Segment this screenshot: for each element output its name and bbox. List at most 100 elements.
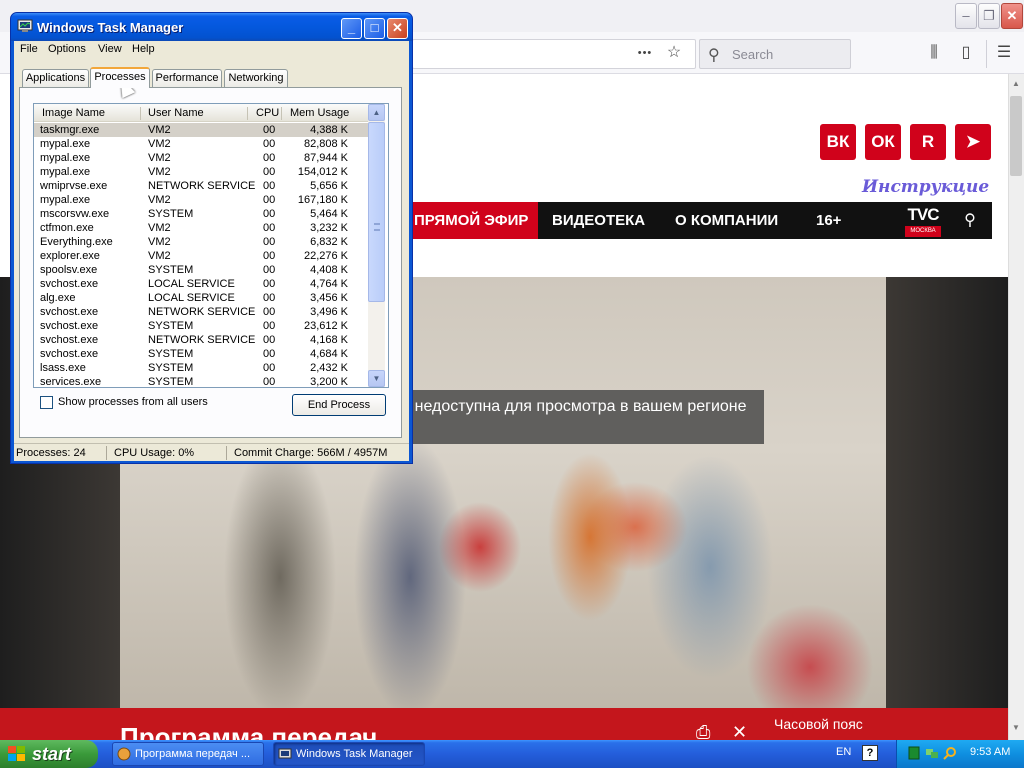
tvc-logo[interactable]: TVC МОСКВА [903,205,943,237]
table-row[interactable]: mypal.exe VM2 00 154,012 K [34,165,370,179]
tab-processes[interactable]: Processes [90,67,150,88]
col-mem-usage[interactable]: Mem Usage [290,107,349,119]
library-icon[interactable]: ⫼ [923,42,945,64]
task-manager-titlebar[interactable]: Windows Task Manager _ □ ✕ [11,13,412,41]
process-mem-usage: 22,276 K [303,250,348,262]
tab-applications[interactable]: Applications [22,69,89,87]
browser-close-button[interactable]: ✕ [1001,3,1023,29]
tray-network-icon[interactable] [925,746,939,760]
end-process-button[interactable]: End Process [292,394,386,416]
process-mem-usage: 23,612 K [303,320,348,332]
menu-view[interactable]: View [98,43,122,55]
tab-networking[interactable]: Networking [224,69,288,87]
clock[interactable]: 9:53 AM [970,746,1010,758]
table-row[interactable]: alg.exe LOCAL SERVICE 00 3,456 K [34,291,370,305]
page-scrollbar-thumb[interactable] [1010,96,1022,176]
menu-icon[interactable]: ☰ [993,42,1015,64]
scroll-up-icon[interactable]: ▲ [368,104,385,121]
show-all-users-checkbox[interactable] [40,396,53,409]
rutube-icon[interactable]: R [910,124,946,160]
odnoklassniki-icon[interactable]: ОК [865,124,901,160]
process-cpu: 00 [263,278,276,290]
process-user-name: VM2 [148,236,171,248]
status-cpu: CPU Usage: 0% [114,447,195,459]
table-row[interactable]: mypal.exe VM2 00 87,944 K [34,151,370,165]
table-row[interactable]: lsass.exe SYSTEM 00 2,432 K [34,361,370,375]
scroll-down-icon[interactable]: ▼ [1010,722,1022,734]
process-image-name: spoolsv.exe [40,264,98,276]
table-row[interactable]: svchost.exe SYSTEM 00 23,612 K [34,319,370,333]
table-row[interactable]: mypal.exe VM2 00 167,180 K [34,193,370,207]
process-user-name: VM2 [148,166,171,178]
show-all-users-label[interactable]: Show processes from all users [58,396,208,408]
system-tray: 9:53 AM [896,740,1024,768]
process-mem-usage: 4,388 K [310,124,348,136]
table-row[interactable]: services.exe SYSTEM 00 3,200 K [34,375,370,388]
start-button[interactable]: start [0,740,98,768]
process-image-name: wmiprvse.exe [40,180,108,192]
table-row[interactable]: svchost.exe LOCAL SERVICE 00 4,764 K [34,277,370,291]
process-list[interactable]: Image Name User Name CPU Mem Usage taskm… [33,103,389,388]
tm-minimize-button[interactable]: _ [341,18,362,39]
table-row[interactable]: mscorsvw.exe SYSTEM 00 5,464 K [34,207,370,221]
language-indicator[interactable]: EN [836,746,851,758]
process-cpu: 00 [263,236,276,248]
process-list-scroll-thumb[interactable] [368,122,385,302]
table-row[interactable]: taskmgr.exe VM2 00 4,388 K [34,123,370,137]
taskbar-task-label: Программа передач ... [135,748,251,760]
bookmark-star-icon[interactable]: ☆ [663,42,685,64]
process-cpu: 00 [263,334,276,346]
table-row[interactable]: ctfmon.exe VM2 00 3,232 K [34,221,370,235]
col-user-name[interactable]: User Name [148,107,204,119]
browser-restore-button[interactable]: ❐ [978,3,1000,29]
tm-close-button[interactable]: ✕ [387,18,408,39]
tray-monitor-icon[interactable] [907,746,921,760]
close-x-icon[interactable]: ✕ [732,722,747,740]
process-user-name: SYSTEM [148,208,194,220]
table-row[interactable]: spoolsv.exe SYSTEM 00 4,408 K [34,263,370,277]
process-image-name: taskmgr.exe [40,124,100,136]
process-list-scrollbar[interactable]: ▲ ▼ [368,104,385,387]
nav-video-library[interactable]: ВИДЕОТЕКА [552,202,645,239]
taskbar-task-taskmanager[interactable]: Windows Task Manager [273,742,425,766]
table-row[interactable]: mypal.exe VM2 00 82,808 K [34,137,370,151]
process-image-name: Everything.exe [40,236,113,248]
scroll-up-icon[interactable]: ▲ [1010,78,1022,90]
scroll-down-icon[interactable]: ▼ [368,370,385,387]
tab-performance[interactable]: Performance [152,69,222,87]
taskbar-task-browser[interactable]: Программа передач ... [112,742,264,766]
help-icon[interactable]: ? [862,745,878,761]
col-image-name[interactable]: Image Name [42,107,105,119]
nav-about[interactable]: О КОМПАНИИ [675,202,778,239]
table-row[interactable]: Everything.exe VM2 00 6,832 K [34,235,370,249]
telegram-icon[interactable]: ➤ [955,124,991,160]
process-image-name: lsass.exe [40,362,86,374]
promo-logo[interactable]: Инструкцие [862,177,989,197]
process-cpu: 00 [263,166,276,178]
table-row[interactable]: explorer.exe VM2 00 22,276 K [34,249,370,263]
tm-maximize-button[interactable]: □ [364,18,385,39]
tray-search-icon[interactable] [943,746,957,760]
process-mem-usage: 2,432 K [310,362,348,374]
browser-minimize-button[interactable]: – [955,3,977,29]
process-user-name: NETWORK SERVICE [148,306,256,318]
process-user-name: SYSTEM [148,376,194,388]
table-row[interactable]: svchost.exe NETWORK SERVICE 00 3,496 K [34,305,370,319]
browser-search-input[interactable]: ⚲ Search [699,39,851,69]
menu-file[interactable]: File [20,43,38,55]
table-row[interactable]: svchost.exe SYSTEM 00 4,684 K [34,347,370,361]
menu-help[interactable]: Help [132,43,155,55]
process-image-name: svchost.exe [40,278,99,290]
process-cpu: 00 [263,292,276,304]
menu-options[interactable]: Options [48,43,86,55]
sidebar-icon[interactable]: ▯ [955,42,977,64]
table-row[interactable]: wmiprvse.exe NETWORK SERVICE 00 5,656 K [34,179,370,193]
site-search-icon[interactable]: ⚲ [960,202,980,239]
process-user-name: VM2 [148,138,171,150]
print-icon[interactable]: ⎙ [696,722,710,740]
col-cpu[interactable]: CPU [256,107,279,119]
page-actions-icon[interactable]: ••• [634,42,656,64]
process-image-name: svchost.exe [40,334,99,346]
table-row[interactable]: svchost.exe NETWORK SERVICE 00 4,168 K [34,333,370,347]
vk-icon[interactable]: ВК [820,124,856,160]
